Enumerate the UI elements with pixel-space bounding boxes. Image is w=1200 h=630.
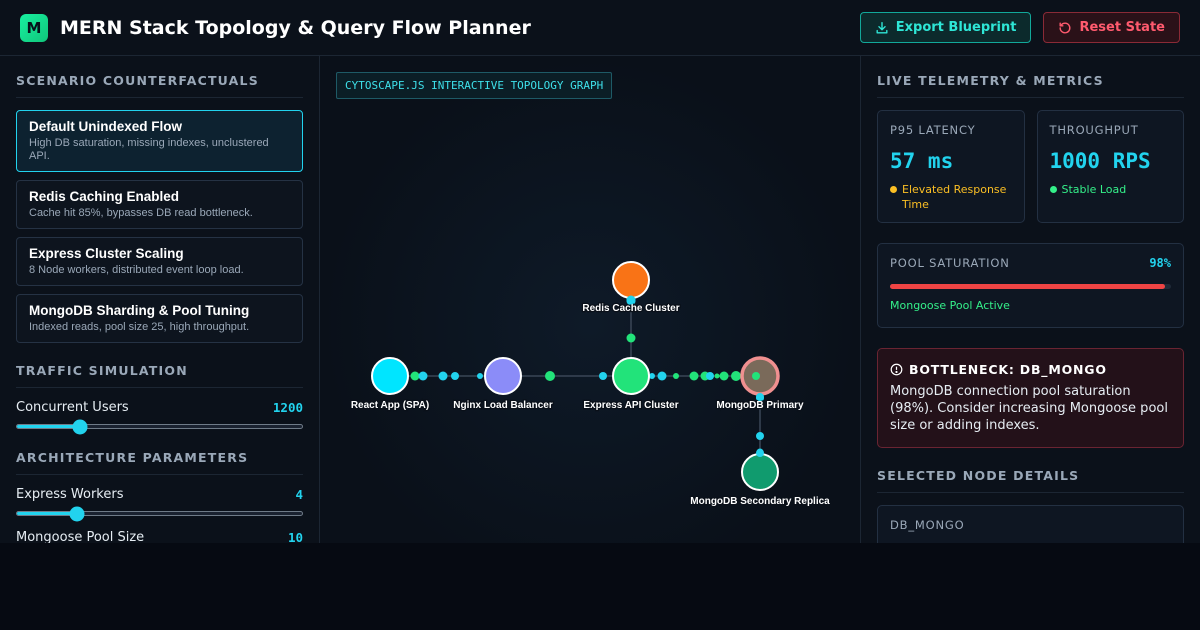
app-logo: M [20,13,48,42]
scenario-desc: Indexed reads, pool size 25, high throug… [29,321,250,333]
architecture-title: ARCHITECTURE PARAMETERS [16,450,303,475]
selected-node-title: SELECTED NODE DETAILS [877,468,1184,493]
latency-status-text: Elevated Response Time [902,183,1007,211]
export-blueprint-button[interactable]: Export Blueprint [859,12,1032,43]
bottleneck-alert: BOTTLENECK: DB_MONGO MongoDB connection … [877,348,1184,448]
scenario-name: Express Cluster Scaling [29,246,184,261]
download-icon [876,21,888,34]
pool-status: Mongoose Pool Active [890,299,1010,312]
node-label: React App (SPA) [351,400,429,411]
latency-label: P95 LATENCY [890,123,976,137]
concurrent-users-value: 1200 [272,400,303,415]
scenario-name: Default Unindexed Flow [29,119,183,134]
selected-node-id: DB_MONGO [890,518,965,532]
pool-size-label: Mongoose Pool Size [16,530,145,543]
telemetry-title: LIVE TELEMETRY & METRICS [877,73,1184,98]
scenario-desc: High DB saturation, missing indexes, unc… [29,137,269,162]
scenario-desc: Cache hit 85%, bypasses DB read bottlene… [29,207,253,219]
selected-node-card: DB_MONGO [877,505,1184,543]
express-workers-label: Express Workers [16,487,124,502]
pool-saturation-label: POOL SATURATION [890,256,1010,270]
alert-title: BOTTLENECK: DB_MONGO [909,362,1107,377]
pool-saturation-percent: 98% [1149,256,1171,270]
throughput-status-text: Stable Load [1061,183,1127,196]
flow-packet [752,372,760,380]
reset-state-button[interactable]: Reset State [1043,12,1180,43]
node-nginx[interactable]: Nginx Load Balancer [452,357,554,412]
app-title: MERN Stack Topology & Query Flow Planner [60,16,531,39]
node-mongo-secondary[interactable]: MongoDB Secondary Replica [689,453,831,508]
graph-engine-tag: CYTOSCAPE.JS INTERACTIVE TOPOLOGY GRAPH [336,72,613,99]
pool-size-row: Mongoose Pool Size 10 [16,530,303,543]
node-mongo-primary[interactable]: MongoDB Primary [715,356,805,412]
throughput-status: Stable Load [1049,182,1172,197]
scenario-name: MongoDB Sharding & Pool Tuning [29,303,250,318]
slider-fill [17,425,80,428]
express-workers-row: Express Workers 4 [16,487,303,502]
node-label: Nginx Load Balancer [453,400,553,411]
pool-saturation-fill [890,284,1166,289]
scenario-redis-caching[interactable]: Redis Caching Enabled Cache hit 85%, byp… [16,180,303,229]
node-express[interactable]: Express API Cluster [582,357,680,412]
throughput-card: THROUGHPUT 1000 RPS Stable Load [1036,110,1184,223]
concurrent-users-slider[interactable] [16,419,303,434]
pool-saturation-bar [890,284,1171,289]
concurrent-users-label: Concurrent Users [16,400,129,415]
node-label: Redis Cache Cluster [582,303,679,314]
reset-icon [1059,21,1071,33]
node-label: MongoDB Secondary Replica [690,496,830,507]
alert-body: MongoDB connection pool saturation (98%)… [890,384,1168,433]
slider-fill [17,512,77,515]
node-label: Express API Cluster [583,400,678,411]
scenario-desc: 8 Node workers, distributed event loop l… [29,264,244,276]
header-actions: Export Blueprint Reset State [859,12,1180,43]
express-workers-slider[interactable] [16,506,303,521]
node-client[interactable]: React App (SPA) [350,357,430,412]
node-label: MongoDB Primary [716,400,804,411]
export-blueprint-label: Export Blueprint [895,20,1017,35]
scenarios-title: SCENARIO COUNTERFACTUALS [16,73,303,98]
throughput-label: THROUGHPUT [1049,123,1139,137]
traffic-title: TRAFFIC SIMULATION [16,363,303,388]
reset-state-label: Reset State [1079,20,1165,35]
latency-status: Elevated Response Time [890,182,1012,212]
slider-thumb[interactable] [69,506,85,521]
topology-graph[interactable]: Redis Cache Cluster React App (SPA) Ngin… [320,56,860,543]
left-panel: SCENARIO COUNTERFACTUALS Default Unindex… [0,56,320,543]
scenario-default-unindexed[interactable]: Default Unindexed Flow High DB saturatio… [16,110,303,172]
scenario-mongodb-sharding[interactable]: MongoDB Sharding & Pool Tuning Indexed r… [16,294,303,343]
right-panel: LIVE TELEMETRY & METRICS P95 LATENCY 57 … [860,56,1200,543]
scenario-name: Redis Caching Enabled [29,189,180,204]
scenario-express-cluster[interactable]: Express Cluster Scaling 8 Node workers, … [16,237,303,286]
status-dot [890,186,897,193]
express-workers-value: 4 [295,487,303,502]
status-dot [1049,186,1057,193]
pool-saturation-card: POOL SATURATION 98% Mongoose Pool Active [877,243,1184,328]
topology-graph-panel[interactable]: Redis Cache Cluster React App (SPA) Ngin… [320,56,860,543]
latency-value: 57 ms [890,149,954,173]
flow-packet [756,449,764,457]
metric-row: P95 LATENCY 57 ms Elevated Response Time… [877,110,1184,223]
info-icon [890,363,903,376]
node-redis[interactable]: Redis Cache Cluster [581,261,681,315]
throughput-value: 1000 RPS [1049,149,1151,173]
latency-card: P95 LATENCY 57 ms Elevated Response Time [877,110,1025,223]
flow-packet [626,295,636,305]
slider-thumb[interactable] [72,419,88,434]
concurrent-users-row: Concurrent Users 1200 [16,400,303,415]
pool-size-value: 10 [287,530,303,543]
flow-packet [756,393,764,401]
app-header: M MERN Stack Topology & Query Flow Plann… [0,0,1200,56]
